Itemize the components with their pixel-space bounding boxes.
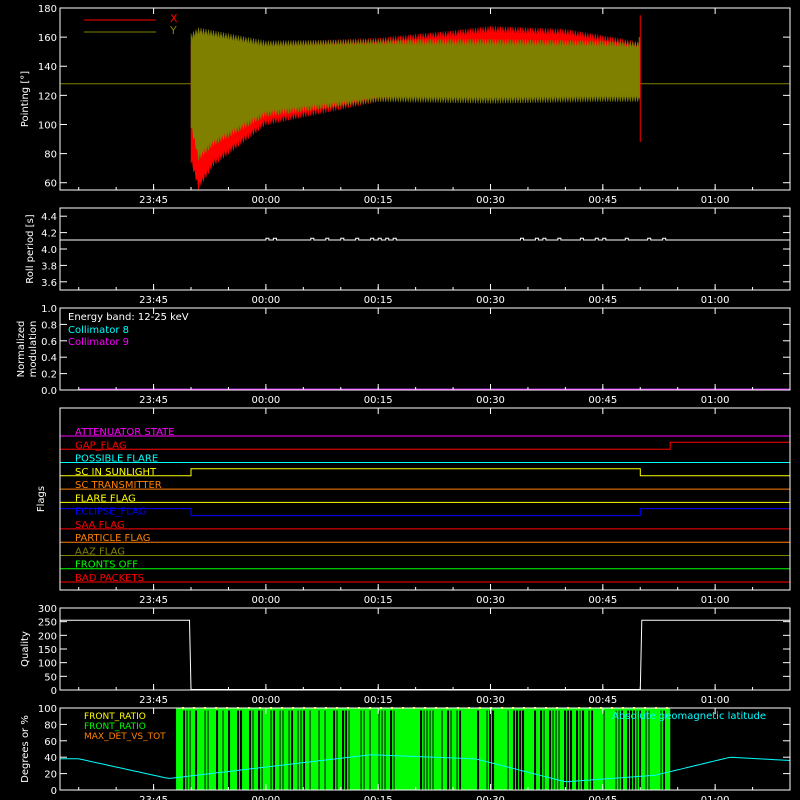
y-tick-label: 80 bbox=[44, 720, 57, 731]
y-tick-label: 3.6 bbox=[41, 278, 57, 289]
energy-band-annotation: Energy band: 12-25 keV bbox=[68, 312, 189, 323]
x-tick-label: 00:00 bbox=[251, 695, 280, 706]
y-tick-label: 0 bbox=[51, 786, 57, 797]
y-tick-label: 4.2 bbox=[41, 229, 57, 240]
y-tick-label: 200 bbox=[38, 631, 57, 642]
y-tick-label: 0.2 bbox=[41, 370, 57, 381]
y-axis-label: Roll period [s] bbox=[25, 214, 36, 283]
x-tick-label: 23:45 bbox=[139, 195, 168, 206]
x-tick-label: 00:45 bbox=[588, 595, 617, 606]
y-axis-label: Pointing [°] bbox=[20, 71, 31, 127]
x-tick-label: 23:45 bbox=[139, 295, 168, 306]
x-tick-label: 00:15 bbox=[364, 195, 393, 206]
y-tick-label: 0.0 bbox=[41, 386, 57, 397]
legend-label-collimator-9: Collimator 9 bbox=[68, 337, 129, 348]
y-tick-label: 50 bbox=[44, 672, 57, 683]
legend-label-collimator-8: Collimator 8 bbox=[68, 325, 129, 336]
flag-label: PARTICLE FLAG bbox=[75, 533, 151, 544]
x-tick-label: 00:45 bbox=[588, 395, 617, 406]
x-tick-label: 00:30 bbox=[476, 695, 505, 706]
y-tick-label: 60 bbox=[44, 737, 57, 748]
flag-label: GAP_FLAG bbox=[75, 440, 127, 451]
x-tick-label: 00:00 bbox=[251, 795, 280, 800]
y-tick-label: 150 bbox=[38, 645, 57, 656]
legend-label-front: FRONT_RATIO bbox=[84, 712, 146, 722]
y-tick-label: 140 bbox=[38, 62, 57, 73]
y-tick-label: 0.6 bbox=[41, 337, 57, 348]
x-tick-label: 01:00 bbox=[701, 795, 730, 800]
flag-label: ECLIPSE_FLAG bbox=[75, 507, 146, 518]
x-tick-label: 00:15 bbox=[364, 295, 393, 306]
flag-label: SC TRANSMITTER bbox=[75, 480, 162, 491]
x-tick-label: 00:00 bbox=[251, 295, 280, 306]
y-tick-label: 250 bbox=[38, 618, 57, 629]
y-tick-label: 180 bbox=[38, 4, 57, 15]
y-tick-label: 4.4 bbox=[41, 212, 57, 223]
y-axis-label: modulation bbox=[28, 321, 39, 378]
flag-label: SAA FLAG bbox=[75, 520, 125, 531]
y-axis-label: Normalized bbox=[16, 321, 27, 378]
y-tick-label: 3.8 bbox=[41, 261, 57, 272]
y-axis-label: Flags bbox=[36, 486, 47, 512]
legend-label-latitude: Absolute geomagnetic latitude bbox=[612, 711, 766, 722]
x-tick-label: 00:00 bbox=[251, 395, 280, 406]
x-tick-label: 01:00 bbox=[701, 595, 730, 606]
x-tick-label: 00:00 bbox=[251, 195, 280, 206]
flag-label: ATTENUATOR STATE bbox=[75, 427, 175, 438]
x-tick-label: 00:15 bbox=[364, 595, 393, 606]
y-tick-label: 300 bbox=[38, 604, 57, 615]
x-tick-label: 00:30 bbox=[476, 795, 505, 800]
flag-label: SC IN SUNLIGHT bbox=[75, 467, 157, 478]
x-tick-label: 01:00 bbox=[701, 395, 730, 406]
flag-label: FLARE FLAG bbox=[75, 493, 136, 504]
y-tick-label: 100 bbox=[38, 120, 57, 131]
y-tick-label: 40 bbox=[44, 753, 57, 764]
x-tick-label: 00:30 bbox=[476, 195, 505, 206]
y-tick-label: 0 bbox=[51, 686, 57, 697]
y-axis-label: Degrees or % bbox=[20, 715, 31, 783]
x-tick-label: 00:00 bbox=[251, 595, 280, 606]
legend-label-front: MAX_DET_VS_TOT bbox=[84, 732, 166, 742]
x-tick-label: 00:45 bbox=[588, 295, 617, 306]
x-tick-label: 00:30 bbox=[476, 395, 505, 406]
flag-label: POSSIBLE FLARE bbox=[75, 454, 158, 465]
y-tick-label: 60 bbox=[44, 179, 57, 190]
y-tick-label: 0.8 bbox=[41, 320, 57, 331]
y-tick-label: 4.0 bbox=[41, 245, 57, 256]
y-tick-label: 80 bbox=[44, 150, 57, 161]
x-tick-label: 23:45 bbox=[139, 695, 168, 706]
flag-label: FRONTS OFF bbox=[75, 560, 138, 571]
flag-label: AAZ FLAG bbox=[75, 546, 125, 557]
x-tick-label: 00:30 bbox=[476, 295, 505, 306]
x-tick-label: 00:45 bbox=[588, 795, 617, 800]
y-tick-label: 100 bbox=[38, 659, 57, 670]
x-tick-label: 00:15 bbox=[364, 695, 393, 706]
x-tick-label: 00:45 bbox=[588, 195, 617, 206]
y-tick-label: 160 bbox=[38, 33, 57, 44]
y-axis-label: Quality bbox=[20, 631, 31, 667]
legend-label-front: FRONT_RATIO bbox=[84, 722, 146, 732]
figure: XY23:45 00:00 00:15 00:30 00:45 01:0060801001… bbox=[0, 0, 800, 800]
y-tick-label: 0.4 bbox=[41, 353, 57, 364]
x-tick-label: 23:45 bbox=[139, 795, 168, 800]
y-tick-label: 100 bbox=[38, 704, 57, 715]
flag-label: BAD PACKETS bbox=[75, 573, 144, 584]
x-tick-label: 01:00 bbox=[701, 295, 730, 306]
x-tick-label: 00:30 bbox=[476, 595, 505, 606]
y-tick-label: 20 bbox=[44, 770, 57, 781]
x-tick-label: 23:45 bbox=[139, 395, 168, 406]
y-tick-label: 1.0 bbox=[41, 304, 57, 315]
x-tick-label: 01:00 bbox=[701, 195, 730, 206]
x-tick-label: 01:00 bbox=[701, 695, 730, 706]
x-tick-label: 23:45 bbox=[139, 595, 168, 606]
legend-label-y: Y bbox=[169, 24, 177, 37]
x-tick-label: 00:15 bbox=[364, 395, 393, 406]
x-tick-label: 00:45 bbox=[588, 695, 617, 706]
x-tick-label: 00:15 bbox=[364, 795, 393, 800]
y-tick-label: 120 bbox=[38, 91, 57, 102]
